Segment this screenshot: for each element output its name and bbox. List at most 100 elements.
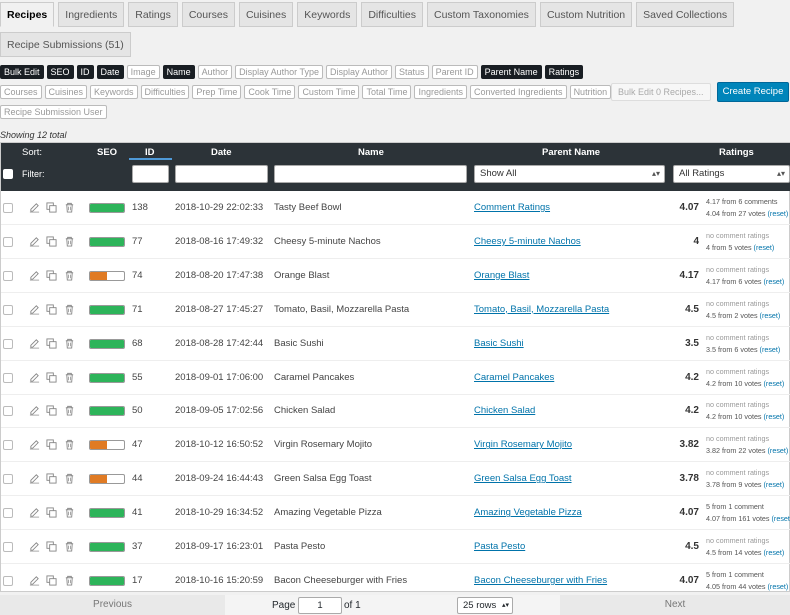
- column-toggle-recipe-submission-user[interactable]: Recipe Submission User: [0, 105, 107, 119]
- date-header[interactable]: Date: [211, 147, 232, 158]
- tab-ratings[interactable]: Ratings: [128, 2, 178, 27]
- parent-name-link[interactable]: Amazing Vegetable Pizza: [474, 507, 582, 518]
- column-toggle-id[interactable]: ID: [76, 65, 94, 79]
- reset-link[interactable]: (reset): [764, 412, 785, 421]
- tab-keywords[interactable]: Keywords: [297, 2, 358, 27]
- duplicate-icon[interactable]: [46, 405, 57, 416]
- reset-link[interactable]: (reset): [772, 514, 790, 523]
- duplicate-icon[interactable]: [46, 371, 57, 383]
- column-toggle-cook-time[interactable]: Cook Time: [244, 85, 296, 99]
- trash-icon[interactable]: [64, 439, 75, 450]
- reset-link[interactable]: (reset): [754, 243, 775, 252]
- tab-custom-nutrition[interactable]: Custom Nutrition: [539, 2, 633, 27]
- bulk-edit-button[interactable]: Bulk Edit 0 Recipes...: [611, 83, 711, 101]
- trash-icon[interactable]: [64, 338, 75, 349]
- column-toggle-image[interactable]: Image: [126, 65, 160, 79]
- trash-icon[interactable]: [64, 372, 75, 383]
- parent-name-link[interactable]: Green Salsa Egg Toast: [474, 473, 572, 484]
- row-checkbox[interactable]: [3, 338, 13, 349]
- duplicate-icon[interactable]: [46, 541, 57, 552]
- column-toggle-cuisines[interactable]: Cuisines: [44, 85, 88, 99]
- reset-link[interactable]: (reset): [768, 446, 789, 455]
- parent-name-link[interactable]: Cheesy 5-minute Nachos: [474, 236, 581, 247]
- tab-custom-taxonomies[interactable]: Custom Taxonomies: [427, 2, 536, 27]
- tab-ingredients[interactable]: Ingredients: [58, 2, 125, 27]
- duplicate-icon[interactable]: [46, 236, 57, 247]
- column-toggle-display-author[interactable]: Display Author: [326, 65, 393, 79]
- column-toggle-seo[interactable]: SEO: [46, 65, 74, 79]
- edit-icon[interactable]: [29, 439, 40, 450]
- parent-name-header[interactable]: Parent Name: [542, 147, 600, 158]
- column-toggle-bulk-edit[interactable]: Bulk Edit: [0, 65, 44, 79]
- column-toggle-status[interactable]: Status: [395, 65, 429, 79]
- select-all-checkbox[interactable]: [3, 169, 13, 179]
- duplicate-icon[interactable]: [46, 473, 57, 484]
- column-toggle-total-time[interactable]: Total Time: [362, 85, 412, 99]
- tab-recipe-submissions[interactable]: Recipe Submissions (51): [0, 32, 131, 57]
- column-toggle-nutrition[interactable]: Nutrition: [569, 85, 612, 99]
- duplicate-icon[interactable]: [46, 507, 57, 518]
- name-header[interactable]: Name: [358, 147, 384, 158]
- tab-courses[interactable]: Courses: [181, 2, 235, 27]
- duplicate-icon[interactable]: [46, 304, 57, 315]
- reset-link[interactable]: (reset): [760, 345, 781, 354]
- edit-icon[interactable]: [29, 270, 40, 281]
- row-checkbox[interactable]: [3, 203, 13, 213]
- id-filter-input[interactable]: [132, 165, 169, 183]
- name-filter-input[interactable]: [274, 165, 467, 183]
- column-toggle-parent-id[interactable]: Parent ID: [431, 65, 478, 79]
- column-toggle-parent-name[interactable]: Parent Name: [480, 65, 542, 79]
- create-recipe-button[interactable]: Create Recipe: [717, 82, 789, 102]
- column-toggle-ratings[interactable]: Ratings: [544, 65, 584, 79]
- edit-icon[interactable]: [29, 473, 40, 484]
- trash-icon[interactable]: [64, 473, 75, 484]
- row-checkbox[interactable]: [3, 508, 13, 519]
- trash-icon[interactable]: [64, 270, 75, 281]
- reset-link[interactable]: (reset): [764, 379, 785, 388]
- row-checkbox[interactable]: [3, 372, 13, 383]
- edit-icon[interactable]: [29, 202, 40, 213]
- reset-link[interactable]: (reset): [760, 311, 781, 320]
- column-toggle-display-author-type[interactable]: Display Author Type: [235, 65, 324, 79]
- reset-link[interactable]: (reset): [768, 582, 789, 591]
- edit-icon[interactable]: [29, 372, 40, 383]
- edit-icon[interactable]: [29, 338, 40, 349]
- row-checkbox[interactable]: [3, 304, 13, 315]
- trash-icon[interactable]: [64, 541, 75, 552]
- date-filter-input[interactable]: [175, 165, 268, 183]
- edit-icon[interactable]: [29, 575, 40, 586]
- ratings-header[interactable]: Ratings: [719, 147, 754, 158]
- row-checkbox[interactable]: [3, 542, 13, 552]
- edit-icon[interactable]: [29, 405, 40, 416]
- trash-icon[interactable]: [64, 507, 75, 518]
- tab-recipes[interactable]: Recipes: [0, 2, 55, 27]
- parent-filter-select[interactable]: Show All ▴▾: [474, 165, 665, 183]
- reset-link[interactable]: (reset): [764, 548, 785, 557]
- parent-name-link[interactable]: Virgin Rosemary Mojito: [474, 439, 572, 450]
- trash-icon[interactable]: [64, 405, 75, 416]
- column-toggle-date[interactable]: Date: [96, 65, 124, 79]
- duplicate-icon[interactable]: [46, 270, 57, 281]
- tab-cuisines[interactable]: Cuisines: [238, 2, 294, 27]
- edit-icon[interactable]: [29, 304, 40, 315]
- parent-name-link[interactable]: Caramel Pancakes: [474, 372, 554, 383]
- parent-name-link[interactable]: Pasta Pesto: [474, 541, 525, 552]
- parent-name-link[interactable]: Tomato, Basil, Mozzarella Pasta: [474, 304, 609, 315]
- duplicate-icon[interactable]: [46, 575, 57, 586]
- edit-icon[interactable]: [29, 236, 40, 247]
- parent-name-link[interactable]: Comment Ratings: [474, 202, 550, 213]
- page-number-input[interactable]: 1: [298, 597, 342, 614]
- trash-icon[interactable]: [64, 236, 75, 247]
- duplicate-icon[interactable]: [46, 338, 57, 349]
- column-toggle-custom-time[interactable]: Custom Time: [298, 85, 360, 99]
- column-toggle-name[interactable]: Name: [162, 65, 195, 79]
- duplicate-icon[interactable]: [46, 439, 57, 450]
- id-header[interactable]: ID: [145, 147, 155, 158]
- row-checkbox[interactable]: [3, 406, 13, 417]
- reset-link[interactable]: (reset): [764, 480, 785, 489]
- reset-link[interactable]: (reset): [768, 209, 789, 218]
- column-toggle-keywords[interactable]: Keywords: [90, 85, 138, 99]
- parent-name-link[interactable]: Basic Sushi: [474, 338, 524, 349]
- row-checkbox[interactable]: [3, 474, 13, 485]
- parent-name-link[interactable]: Bacon Cheeseburger with Fries: [474, 575, 607, 586]
